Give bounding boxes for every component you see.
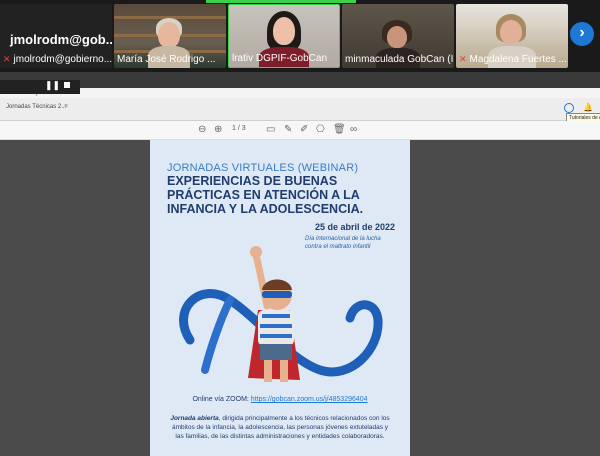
page-indicator[interactable]: 1 / 3 [232,125,246,132]
help-icon[interactable] [564,103,574,113]
next-participants-button[interactable]: › [570,22,594,46]
participant-tile-3[interactable]: lrativ DGPIF-GobCan [228,4,340,68]
child-shorts [260,344,292,360]
participant-face [387,26,407,48]
link-icon[interactable]: ∞ [350,124,357,135]
participant-strip: jmolrodm@gob... ✕ jmolrodm@gobierno... Ma… [0,0,600,72]
participant-name: lrativ DGPIF-GobCan [232,53,328,64]
child-hair [262,279,292,290]
participant-tile-1[interactable]: jmolrodm@gob... ✕ jmolrodm@gobierno... [0,4,112,68]
doc-description: Jornada abierta, dirigida principalmente… [170,415,390,440]
participant-name: minmaculada GobCan (I... [345,54,454,65]
close-tab-icon[interactable]: × [64,103,68,110]
participant-name: ✕ jmolrodm@gobierno... [3,54,112,65]
stamp-icon[interactable]: ⎔ [316,124,325,135]
blue-ribbon-tail [201,296,234,374]
participant-name: ✕ Magdalena Fuertes ... [459,54,567,65]
participant-face [158,22,180,48]
doc-illustration [179,246,383,382]
comment-icon[interactable]: ▭ [266,124,275,135]
participant-face [273,17,295,45]
zoom-in-icon[interactable]: ⊕ [214,124,222,135]
mic-muted-icon: ✕ [459,54,467,64]
document-viewport[interactable]: JORNADAS VIRTUALES (WEBINAR) EXPERIENCIA… [0,140,600,456]
document-tab[interactable]: Jornadas Técnicas 2... [6,104,66,110]
child-leg [264,360,272,382]
participant-face [500,20,522,44]
participant-tile-4[interactable]: minmaculada GobCan (I... [342,4,454,68]
mic-muted-icon: ✕ [3,54,11,64]
delete-icon[interactable]: 🗑 [333,124,346,135]
pdf-viewer-window: Ventana Ayuda Jornadas Técnicas 2... × T… [0,88,600,456]
pen-icon[interactable]: ✎ [284,124,292,135]
menu-bar: Ventana Ayuda [0,88,600,98]
active-speaker-indicator [206,0,356,3]
doc-heading-small: JORNADAS VIRTUALES (WEBINAR) [167,162,359,174]
child-leg [280,360,288,382]
bell-icon[interactable]: 🔔 [583,103,593,112]
zoom-out-icon[interactable]: ⊖ [198,124,206,135]
tab-bar: Jornadas Técnicas 2... × Tutoriales de A… [0,98,600,123]
participant-big-name: jmolrodm@gob... [10,32,112,47]
child-fist [250,246,262,258]
zoom-link[interactable]: https://gobcan.zoom.us/j/4853296404 [251,396,368,403]
highlight-icon[interactable]: ✐ [300,124,308,135]
child-mask [262,291,292,298]
document-page: JORNADAS VIRTUALES (WEBINAR) EXPERIENCIA… [150,140,410,456]
recording-control-bar: ❚❚ [0,80,80,94]
doc-date: 25 de abril de 2022 [314,222,395,232]
participant-tile-5[interactable]: ✕ Magdalena Fuertes ... [456,4,568,68]
pause-icon[interactable]: ❚❚ [45,80,60,91]
doc-heading-main: EXPERIENCIAS DE BUENAS PRÁCTICAS EN ATEN… [167,174,364,216]
stop-icon[interactable] [64,82,70,88]
participant-tile-2[interactable]: María José Rodrigo ... [114,4,226,68]
doc-online-line: Online vía ZOOM: https://gobcan.zoom.us/… [192,396,368,403]
viewer-toolbar: ⊖ ⊕ 1 / 3 ▭ ✎ ✐ ⎔ 🗑 ∞ [0,121,600,140]
participant-name: María José Rodrigo ... [117,54,216,65]
